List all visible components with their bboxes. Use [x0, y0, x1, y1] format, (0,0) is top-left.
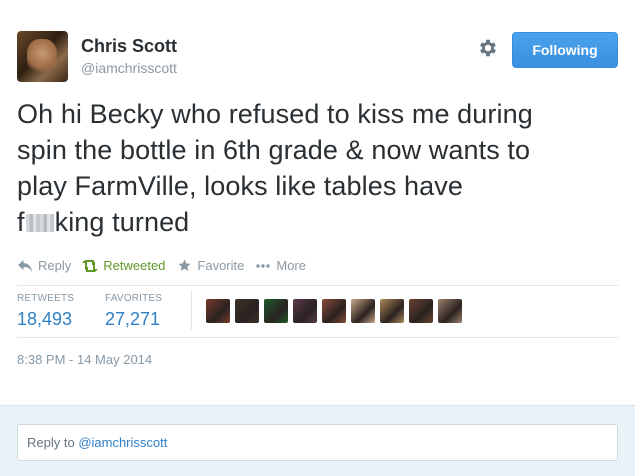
reply-area: Reply to @iamchrisscott: [0, 405, 635, 476]
stats-separator: [191, 290, 192, 330]
tweet-actions: Reply Retweeted Favorite More: [17, 258, 317, 273]
tweet-line: spin the bottle in 6th grade & now wants…: [17, 135, 531, 165]
retweets-stat[interactable]: RETWEETS 18,493: [17, 293, 74, 330]
following-button[interactable]: Following: [512, 32, 618, 68]
favorite-button[interactable]: Favorite: [176, 258, 244, 273]
user-avatar[interactable]: [17, 31, 68, 82]
tweet-text-fragment: king turned: [54, 207, 190, 237]
user-name[interactable]: Chris Scott: [81, 36, 177, 57]
more-icon: [255, 259, 271, 273]
reply-mention: @iamchrisscott: [78, 435, 168, 450]
favoriter-avatar[interactable]: [380, 299, 404, 323]
censored-word-blur: [25, 214, 54, 232]
reply-prefix: Reply to: [27, 435, 79, 450]
retweet-button[interactable]: Retweeted: [82, 258, 165, 273]
favorites-count: 27,271: [105, 309, 161, 329]
avatar-photo: [27, 39, 57, 75]
gear-icon[interactable]: [477, 37, 499, 59]
tweet-card: Chris Scott @iamchrisscott Following Oh …: [0, 0, 635, 400]
favoriter-avatar[interactable]: [322, 299, 346, 323]
divider: [17, 285, 618, 286]
favoriter-avatar[interactable]: [351, 299, 375, 323]
favoriter-avatar[interactable]: [409, 299, 433, 323]
favoriter-avatar[interactable]: [235, 299, 259, 323]
retweets-label: RETWEETS: [17, 293, 75, 304]
reply-input[interactable]: Reply to @iamchrisscott: [17, 424, 618, 461]
favoriter-avatar[interactable]: [206, 299, 230, 323]
tweet-line: f king turned: [17, 204, 625, 240]
favorites-stat[interactable]: FAVORITES 27,271: [105, 293, 162, 330]
more-label: More: [276, 258, 306, 273]
retweets-count: 18,493: [17, 309, 73, 329]
retweet-icon: [82, 259, 99, 273]
favoriter-avatar[interactable]: [438, 299, 462, 323]
tweet-text: Oh hi Becky who refused to kiss me durin…: [17, 96, 625, 240]
favoriter-avatar[interactable]: [293, 299, 317, 323]
favoriter-avatar[interactable]: [264, 299, 288, 323]
favorite-label: Favorite: [197, 258, 245, 273]
reply-label: Reply: [38, 258, 72, 273]
reply-icon: [17, 259, 33, 273]
divider: [17, 337, 618, 338]
favoriters-avatars: [206, 299, 467, 323]
tweet-timestamp[interactable]: 8:38 PM - 14 May 2014: [17, 352, 152, 367]
star-icon: [176, 259, 192, 273]
tweet-line: Oh hi Becky who refused to kiss me durin…: [17, 99, 533, 129]
favorites-label: FAVORITES: [105, 293, 163, 304]
user-handle[interactable]: @iamchrisscott: [81, 60, 177, 76]
retweeted-label: Retweeted: [103, 258, 166, 273]
tweet-line: play FarmVille, looks like tables have: [17, 171, 464, 201]
more-button[interactable]: More: [255, 258, 306, 273]
reply-button[interactable]: Reply: [17, 258, 71, 273]
tweet-text-fragment: f: [17, 207, 25, 237]
